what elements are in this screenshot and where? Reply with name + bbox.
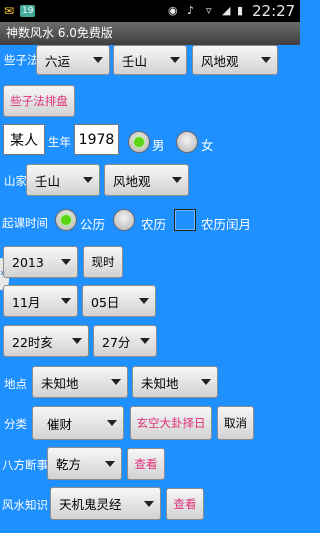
clock: 22:27: [252, 2, 296, 20]
title-bar: 神数风水 6.0免费版: [0, 22, 300, 45]
knowledge-value: 天机鬼灵经: [59, 497, 122, 512]
year-select[interactable]: 2013: [3, 246, 78, 278]
gongli-label: 公历: [80, 217, 106, 232]
dropdown-arrow-icon: [111, 379, 121, 385]
app-title: 神数风水 6.0免费版: [6, 26, 113, 40]
dropdown-arrow-icon: [107, 420, 117, 426]
place-a-select[interactable]: 未知地: [32, 366, 128, 398]
year-value: 2013: [12, 254, 44, 270]
place-b-value: 未知地: [141, 375, 179, 391]
day-select[interactable]: 05日: [82, 285, 156, 317]
eye-icon: ◉: [168, 4, 178, 17]
xiezifa-label: 些子法: [4, 53, 39, 67]
dropdown-arrow-icon: [93, 57, 103, 63]
birth-year-label: 生年: [48, 135, 71, 149]
minute-select[interactable]: 27分: [93, 325, 157, 357]
status-bar: ✉ 19 ◉ ♪ ▿ ◢ ▮ 22:27: [0, 0, 300, 22]
day-value: 05日: [91, 294, 120, 310]
cancel-button[interactable]: 取消: [217, 406, 254, 440]
dropdown-arrow-icon: [172, 177, 182, 183]
notification-count-badge: 19: [20, 5, 36, 17]
xuankong-zeri-button[interactable]: 玄空大卦择日: [130, 406, 212, 440]
runyue-label: 农历闰月: [201, 217, 252, 232]
dropdown-arrow-icon: [83, 177, 93, 183]
dropdown-arrow-icon: [61, 259, 71, 265]
shan-value: 壬山: [122, 53, 148, 69]
category-select[interactable]: 催财: [32, 406, 124, 440]
dropdown-arrow-icon: [61, 298, 71, 304]
xiezifa-pan-button[interactable]: 些子法排盘: [3, 85, 75, 117]
shanjia-label: 山家: [4, 174, 27, 188]
place-a-value: 未知地: [41, 375, 79, 391]
category-label: 分类: [4, 417, 27, 431]
dropdown-arrow-icon: [170, 57, 180, 63]
dropdown-arrow-icon: [139, 298, 149, 304]
female-label: 女: [201, 138, 214, 153]
runyue-checkbox[interactable]: [174, 209, 196, 231]
place-label: 地点: [4, 377, 27, 391]
shan-select[interactable]: 壬山: [113, 45, 187, 75]
shanjia-gua-select[interactable]: 风地观: [104, 164, 189, 196]
place-b-select[interactable]: 未知地: [132, 366, 218, 398]
battery-icon: ▮: [237, 4, 244, 17]
dropdown-arrow-icon: [201, 379, 211, 385]
gongli-radio[interactable]: [55, 209, 77, 231]
hour-select[interactable]: 22时亥: [3, 325, 89, 357]
shanjia-gua-value: 风地观: [113, 173, 151, 189]
yun-value: 六运: [45, 53, 71, 69]
dropdown-arrow-icon: [105, 460, 115, 467]
shanjia-shan-value: 壬山: [35, 173, 61, 189]
dropdown-arrow-icon: [144, 500, 154, 507]
di-value: 风地观: [201, 53, 239, 69]
signal-icon: ◢: [222, 4, 231, 17]
bafang-view-button[interactable]: 查看: [127, 448, 165, 480]
dropdown-arrow-icon: [72, 338, 82, 344]
knowledge-view-button[interactable]: 查看: [166, 488, 204, 520]
qike-label: 起课时间: [2, 216, 48, 230]
month-select[interactable]: 11月: [3, 285, 78, 317]
minute-value: 27分: [102, 334, 131, 350]
male-radio[interactable]: [128, 131, 150, 153]
nongli-radio[interactable]: [113, 209, 135, 231]
knowledge-label: 风水知识: [2, 498, 48, 512]
dropdown-arrow-icon: [261, 57, 271, 63]
di-select[interactable]: 风地观: [192, 45, 278, 75]
bafang-select[interactable]: 乾方: [47, 447, 122, 480]
bafang-label: 八方断事: [2, 458, 48, 472]
name-field[interactable]: 某人: [3, 124, 45, 155]
notification-icon: ✉: [4, 4, 15, 18]
yun-select[interactable]: 六运: [36, 45, 110, 75]
wifi-icon: ▿: [206, 4, 212, 17]
month-value: 11月: [12, 294, 41, 310]
birth-year-field[interactable]: 1978: [74, 124, 119, 155]
now-button[interactable]: 现时: [83, 246, 123, 278]
female-radio[interactable]: [176, 131, 198, 153]
mute-icon: ♪: [187, 4, 195, 17]
hour-value: 22时亥: [12, 334, 53, 350]
bafang-value: 乾方: [56, 457, 82, 472]
dropdown-arrow-icon: [140, 338, 150, 344]
knowledge-select[interactable]: 天机鬼灵经: [50, 487, 161, 520]
shanjia-shan-select[interactable]: 壬山: [26, 164, 100, 196]
nongli-label: 农历: [141, 217, 167, 232]
male-label: 男: [152, 138, 165, 153]
category-value: 催财: [47, 416, 73, 432]
